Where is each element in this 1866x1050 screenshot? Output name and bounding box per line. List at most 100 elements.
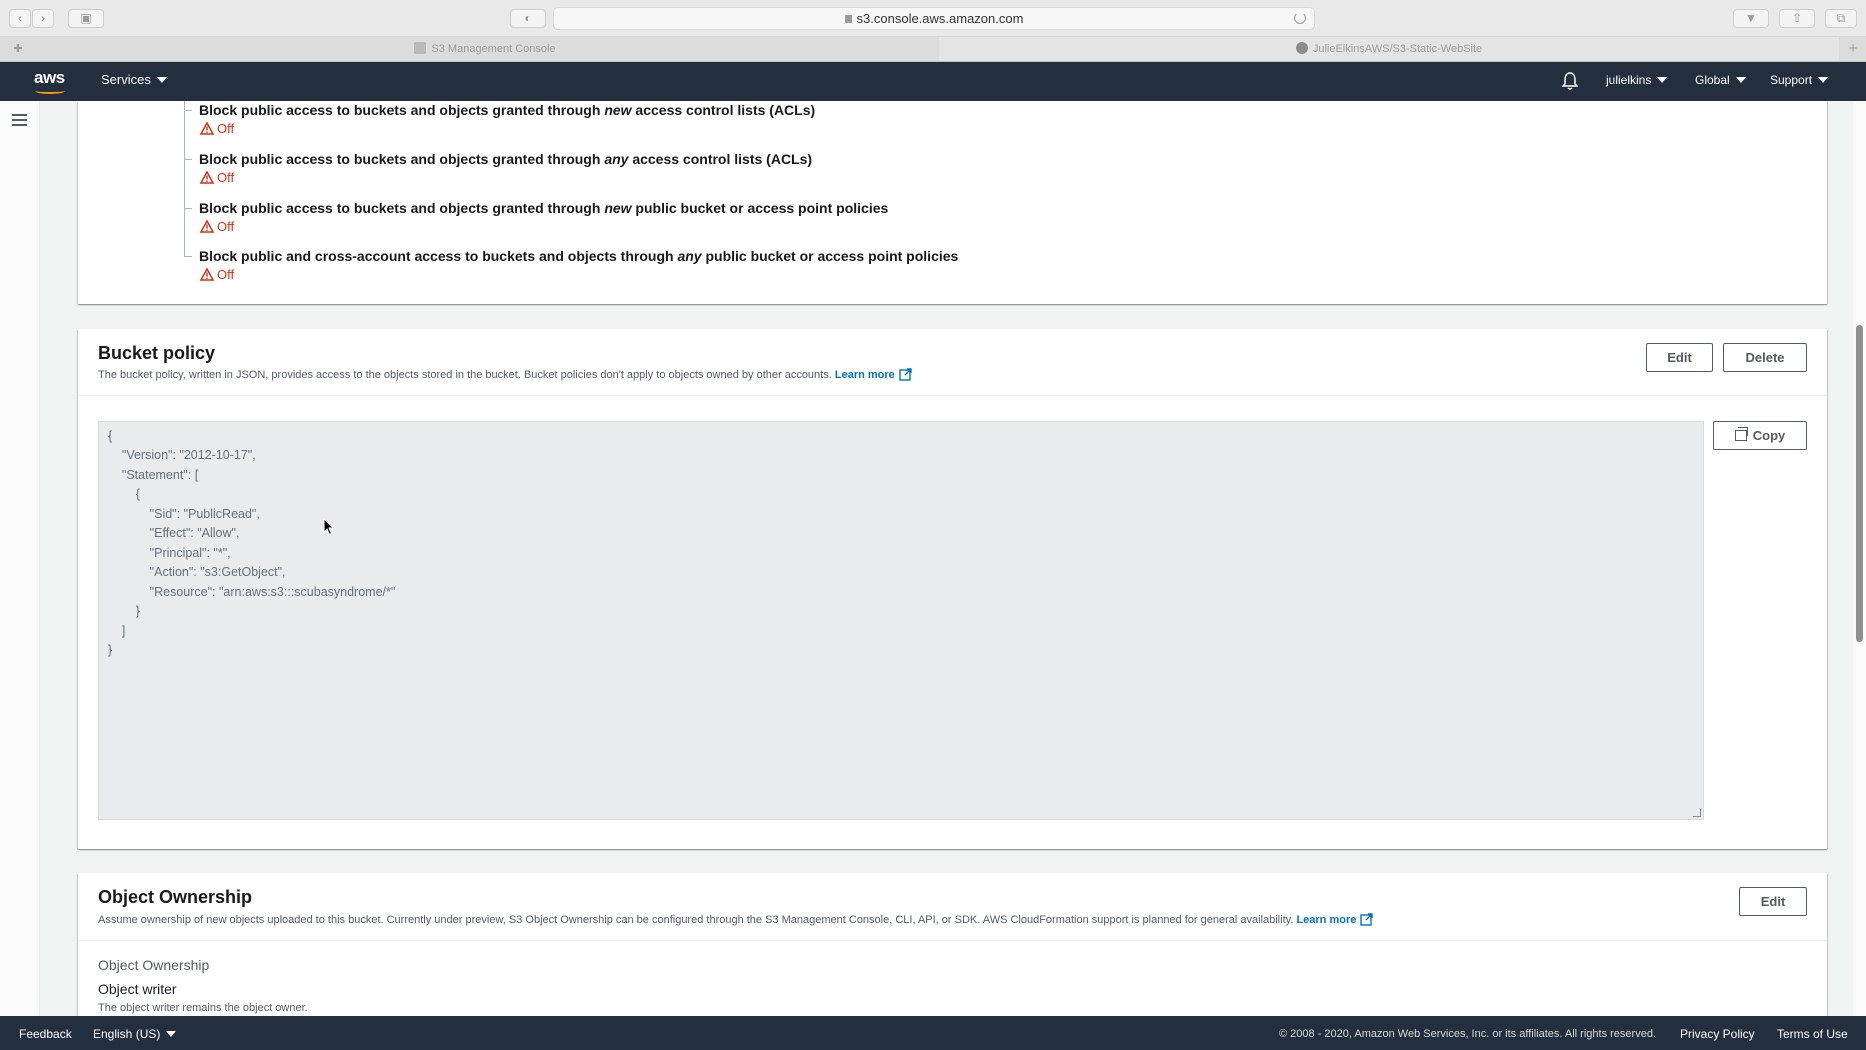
policy-line: { (108, 487, 140, 501)
ownership-field-description: The object writer remains the object own… (98, 1002, 308, 1014)
bell-icon[interactable] (1562, 71, 1578, 91)
learn-more-link[interactable]: Learn more (1296, 913, 1374, 926)
download-icon[interactable]: ▼ (1733, 9, 1769, 28)
logo-text: aws (34, 68, 65, 87)
caret-down-icon (1735, 77, 1746, 83)
caret-down-icon (1657, 77, 1668, 83)
account-menu[interactable]: julielkins (1606, 73, 1668, 87)
tab-label: S3 Management Console (431, 43, 556, 55)
setting-text: access control lists (ACLs) (628, 151, 813, 167)
forward-icon[interactable]: › (32, 9, 54, 28)
language-label: English (US) (93, 1027, 161, 1041)
setting-emphasis: any (677, 248, 702, 264)
hamburger-icon[interactable] (12, 114, 27, 126)
policy-line: "Sid": "PublicRead", (108, 507, 260, 521)
bucket-policy-panel: Bucket policy The bucket policy, written… (78, 329, 1827, 849)
edit-ownership-button[interactable]: Edit (1739, 887, 1807, 916)
copy-policy-button[interactable]: Copy (1713, 421, 1807, 450)
feedback-link[interactable]: Feedback (19, 1027, 72, 1041)
services-label: Services (101, 72, 151, 87)
warning-icon (200, 171, 214, 184)
address-bar[interactable]: s3.console.aws.amazon.com (553, 7, 1315, 30)
terms-of-use-link[interactable]: Terms of Use (1777, 1027, 1848, 1041)
bucket-policy-description: The bucket policy, written in JSON, prov… (98, 368, 912, 381)
s3-favicon-icon (414, 42, 427, 54)
status-off: Off (200, 219, 234, 234)
policy-line: "Effect": "Allow", (108, 526, 240, 540)
sidebar-icon[interactable]: ▣ (68, 9, 104, 28)
lock-icon (844, 15, 852, 23)
tree-tick (184, 159, 192, 160)
aws-navbar: aws Services julielkins Global Support (0, 62, 1866, 101)
copy-label: Copy (1752, 428, 1786, 443)
new-tab-button[interactable]: + (1840, 37, 1866, 61)
status-off: Off (200, 267, 234, 282)
policy-line: ] (108, 624, 126, 638)
reload-icon[interactable] (1294, 12, 1306, 24)
status-text: Off (217, 267, 235, 282)
side-nav-rail (0, 101, 40, 1016)
bpa-setting-new-acls: Block public access to buckets and objec… (199, 102, 815, 118)
status-off: Off (200, 170, 234, 185)
tab-s3-console[interactable]: S3 Management Console (32, 37, 938, 61)
status-text: Off (217, 121, 235, 136)
browser-toolbar: ‹ › ▣ ◐ s3.console.aws.amazon.com ▼ ⇧ ⧉ (0, 0, 1866, 37)
account-label: julielkins (1606, 73, 1652, 87)
divider (78, 940, 1827, 941)
shield-icon[interactable]: ◐ (510, 9, 546, 28)
bpa-setting-new-policies: Block public access to buckets and objec… (199, 200, 888, 216)
policy-json-editor[interactable]: { "Version": "2012-10-17", "Statement": … (98, 421, 1704, 820)
status-text: Off (217, 170, 235, 185)
setting-emphasis: new (604, 200, 632, 216)
warning-icon (200, 220, 214, 233)
policy-line: "Statement": [ (108, 468, 199, 482)
copyright-text: © 2008 - 2020, Amazon Web Services, Inc.… (1279, 1028, 1656, 1040)
tab-strip: ✚ S3 Management Console JulieElkinsAWS/S… (0, 37, 1866, 62)
language-selector[interactable]: English (US) (93, 1027, 177, 1041)
object-ownership-title: Object Ownership (98, 887, 253, 907)
setting-emphasis: new (604, 102, 632, 118)
share-icon[interactable]: ⇧ (1779, 9, 1815, 28)
setting-text: access control lists (ACLs) (631, 102, 816, 118)
copy-icon (1734, 427, 1748, 441)
setting-text: public bucket or access point policies (701, 248, 959, 264)
tab-github-repo[interactable]: JulieElkinsAWS/S3-Static-WebSite (939, 37, 1839, 61)
bpa-setting-any-acls: Block public access to buckets and objec… (199, 151, 812, 167)
policy-line: "Version": "2012-10-17", (108, 448, 256, 462)
mouse-cursor-icon (323, 518, 335, 536)
policy-line: "Principal": "*", (108, 546, 231, 560)
page-scrollbar[interactable] (1853, 101, 1866, 1016)
ownership-field-label: Object Ownership (98, 957, 210, 973)
description-text: The bucket policy, written in JSON, prov… (98, 369, 832, 381)
tab-pin-icon[interactable]: ✚ (4, 37, 32, 61)
support-menu[interactable]: Support (1770, 73, 1829, 87)
resize-handle[interactable] (1693, 809, 1701, 817)
setting-text: Block public access to buckets and objec… (199, 151, 605, 167)
tree-connector (184, 101, 185, 256)
tabs-overview-icon[interactable]: ⧉ (1825, 9, 1857, 28)
edit-policy-button[interactable]: Edit (1646, 343, 1713, 372)
region-label: Global (1695, 73, 1730, 87)
setting-text: public bucket or access point policies (631, 200, 889, 216)
tree-tick (184, 208, 192, 209)
url-text: s3.console.aws.amazon.com (856, 11, 1024, 26)
caret-down-icon (156, 77, 167, 83)
caret-down-icon (1818, 77, 1829, 83)
policy-line: } (108, 643, 113, 657)
tab-label: JulieElkinsAWS/S3-Static-WebSite (1312, 43, 1483, 55)
status-text: Off (217, 219, 235, 234)
console-footer: Feedback English (US) © 2008 - 2020, Ama… (0, 1016, 1866, 1050)
policy-line: "Action": "s3:GetObject", (108, 565, 286, 579)
ownership-field-value: Object writer (98, 981, 177, 997)
learn-more-link[interactable]: Learn more (835, 368, 912, 381)
policy-line: } (108, 604, 140, 618)
services-menu[interactable]: Services (101, 72, 167, 87)
aws-logo[interactable]: aws (34, 68, 65, 94)
divider (78, 395, 1827, 396)
scrollbar-thumb[interactable] (1856, 325, 1863, 642)
external-link-icon (899, 368, 912, 381)
delete-policy-button[interactable]: Delete (1723, 343, 1807, 372)
back-icon[interactable]: ‹ (9, 9, 31, 28)
privacy-policy-link[interactable]: Privacy Policy (1680, 1027, 1755, 1041)
region-menu[interactable]: Global (1695, 73, 1746, 87)
